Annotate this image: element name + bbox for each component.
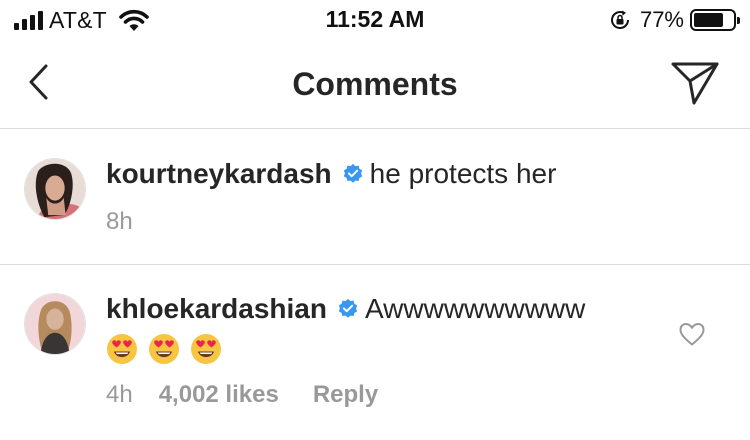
heart-eyes-emoji (107, 334, 137, 364)
heart-outline-icon[interactable] (678, 321, 706, 347)
verified-badge-icon (338, 298, 358, 318)
comment-meta: 4h 4,002 likes Reply (106, 381, 660, 409)
comment-username[interactable]: khloekardashian (106, 293, 327, 324)
battery-cap (737, 17, 740, 24)
comment-text: he protects her (369, 158, 557, 189)
avatar[interactable] (24, 158, 86, 220)
heart-eyes-emoji (149, 334, 179, 364)
page-title: Comments (292, 66, 458, 102)
battery-fill (694, 13, 723, 27)
heart-eyes-emoji (191, 334, 221, 364)
emoji-row (106, 333, 660, 365)
comment-timestamp: 8h (106, 208, 133, 235)
comment-text: Awwwwwwwwww (364, 293, 586, 324)
avatar-photo (25, 159, 85, 219)
verified-badge-icon (343, 163, 362, 183)
likes-count[interactable]: 4,002 likes (159, 381, 279, 409)
battery-icon (690, 9, 740, 31)
status-bar: AT&T 11:52 AM 77% (0, 0, 750, 40)
comment-item: khloekardashian Awwwwwwwwww 4h 4,002 lik… (0, 265, 750, 440)
comment-item: kourtneykardash he protects her 8h (0, 130, 750, 265)
comments-screen: AT&T 11:52 AM 77% Comments kourtneykarda… (0, 0, 750, 440)
battery-percent: 77% (639, 7, 684, 32)
rotation-lock-icon (610, 10, 629, 29)
comment-meta: 8h (106, 208, 660, 236)
comment-username[interactable]: kourtneykardash (106, 158, 332, 189)
avatar-photo (25, 294, 85, 354)
comment-line: kourtneykardash he protects her (106, 156, 660, 192)
comment-timestamp: 4h (106, 381, 133, 408)
paper-plane-icon[interactable] (670, 60, 720, 106)
reply-button[interactable]: Reply (313, 381, 378, 409)
avatar[interactable] (24, 293, 86, 355)
comment-line: khloekardashian Awwwwwwwwww (106, 291, 660, 327)
nav-bar: Comments (0, 40, 750, 129)
status-right: 77% (608, 6, 740, 34)
comment-body: khloekardashian Awwwwwwwwww 4h 4,002 lik… (106, 291, 660, 409)
comment-body: kourtneykardash he protects her 8h (106, 156, 660, 236)
